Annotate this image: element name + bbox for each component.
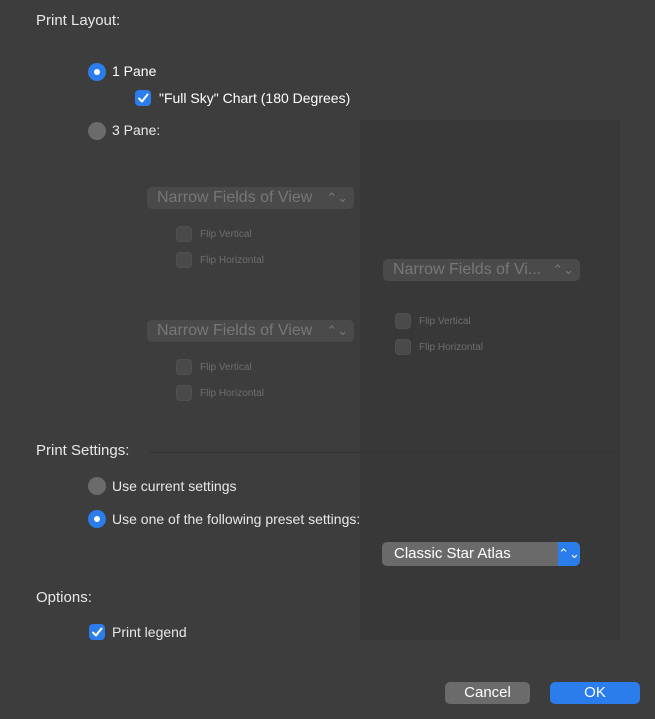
use-current-settings-label: Use current settings	[112, 478, 237, 494]
pane-right-view-select: Narrow Fields of Vi... ⌃⌄	[383, 259, 580, 281]
pane-right-flip-horizontal-label: Flip Horizontal	[419, 342, 483, 353]
checkmark-icon	[92, 627, 103, 637]
ok-button[interactable]: OK	[550, 682, 640, 704]
full-sky-label: "Full Sky" Chart (180 Degrees)	[159, 90, 351, 106]
preset-settings-select-value: Classic Star Atlas	[394, 545, 511, 562]
print-settings-heading: Print Settings:	[36, 442, 130, 459]
cancel-button[interactable]: Cancel	[445, 682, 530, 704]
use-preset-settings-label: Use one of the following preset settings…	[112, 511, 361, 527]
pane-bottom-flip-vertical-checkbox	[176, 359, 192, 375]
pane-right-flip-vertical-label: Flip Vertical	[419, 316, 471, 327]
chevron-updown-icon: ⌃⌄	[326, 190, 348, 205]
pane-top-flip-horizontal-checkbox	[176, 252, 192, 268]
three-pane-label: 3 Pane:	[112, 122, 161, 138]
checkmark-icon	[138, 93, 149, 103]
pane-top-view-select: Narrow Fields of View ⌃⌄	[147, 187, 354, 209]
pane-right-flip-vertical-checkbox	[395, 313, 411, 329]
chevron-updown-icon: ⌃⌄	[558, 542, 580, 566]
chevron-updown-icon: ⌃⌄	[326, 323, 348, 338]
divider	[150, 452, 620, 453]
one-pane-label: 1 Pane	[112, 63, 157, 79]
pane-bottom-view-select: Narrow Fields of View ⌃⌄	[147, 320, 354, 342]
print-dialog: Print Layout: 1 Pane "Full Sky" Chart (1…	[0, 0, 655, 719]
full-sky-checkbox[interactable]	[135, 90, 151, 106]
pane-top-flip-vertical-label: Flip Vertical	[200, 229, 252, 240]
print-legend-checkbox[interactable]	[89, 624, 105, 640]
chevron-updown-icon: ⌃⌄	[552, 262, 574, 277]
options-heading: Options:	[36, 589, 92, 606]
print-legend-label: Print legend	[112, 624, 187, 640]
print-layout-heading: Print Layout:	[36, 12, 121, 29]
preset-settings-select[interactable]: Classic Star Atlas ⌃⌄	[382, 542, 580, 566]
pane-top-view-select-value: Narrow Fields of View	[157, 189, 313, 206]
pane-right-flip-horizontal-checkbox	[395, 339, 411, 355]
three-pane-radio[interactable]	[88, 122, 106, 140]
pane-right-view-select-value: Narrow Fields of Vi...	[393, 261, 542, 278]
pane-top-flip-horizontal-label: Flip Horizontal	[200, 255, 264, 266]
pane-bottom-flip-vertical-label: Flip Vertical	[200, 362, 252, 373]
use-current-settings-radio[interactable]	[88, 477, 106, 495]
use-preset-settings-radio[interactable]	[88, 510, 106, 528]
pane-bottom-flip-horizontal-checkbox	[176, 385, 192, 401]
pane-top-flip-vertical-checkbox	[176, 226, 192, 242]
pane-bottom-flip-horizontal-label: Flip Horizontal	[200, 388, 264, 399]
one-pane-radio[interactable]	[88, 63, 106, 81]
pane-bottom-view-select-value: Narrow Fields of View	[157, 322, 313, 339]
